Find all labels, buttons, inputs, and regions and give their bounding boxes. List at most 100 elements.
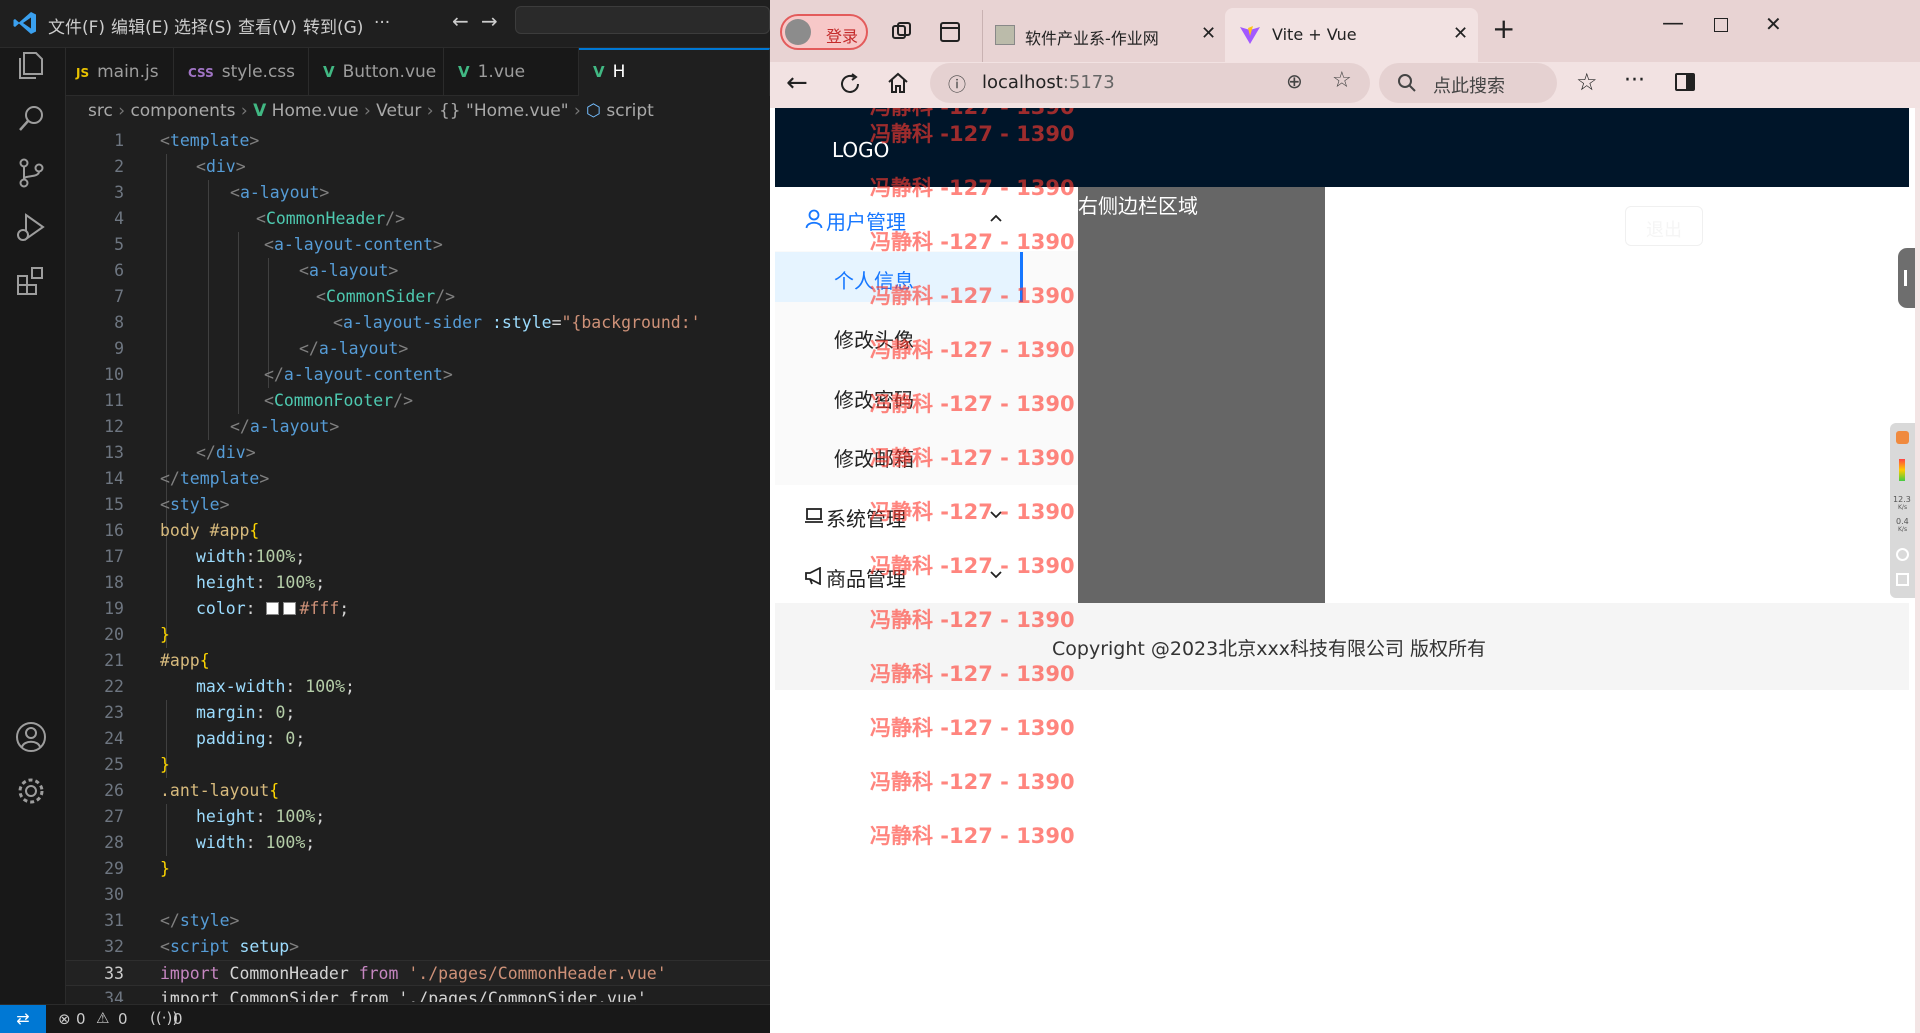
main-content: 退出 [1325,187,1909,603]
browser-tab-inactive[interactable]: 软件产业系-作业网 ✕ [982,10,1222,62]
chevron-right-icon: › [363,101,377,121]
close-window-icon[interactable]: ✕ [1765,12,1782,36]
widget-chart-icon[interactable] [1896,573,1909,586]
remote-indicator-icon[interactable]: ⇄ [0,1005,46,1033]
code-line: 31 </style> [66,908,770,934]
logout-button[interactable]: 退出 [1625,206,1703,246]
new-tab-icon[interactable]: + [1492,12,1515,45]
warning-icon[interactable]: ⚠ [96,1009,109,1027]
color-swatch[interactable] [282,602,296,615]
explorer-icon[interactable] [14,48,48,82]
favorite-star-icon[interactable]: ☆ [1332,68,1352,93]
errors-icon[interactable]: ⊗ [58,1010,71,1028]
code-token: CommonHeader [265,209,386,228]
search-icon[interactable] [14,102,48,136]
code-token: #app [160,651,200,670]
code-token: a-layout [249,417,330,436]
browser-tab-active[interactable]: Vite + Vue ✕ [1225,8,1478,62]
breadcrumb-item[interactable]: script [606,101,653,121]
tab-actions-icon[interactable] [938,20,962,44]
floating-side-widget[interactable]: 12.3 K/s 0.4 K/s [1890,423,1915,598]
address-text[interactable]: localhost:5173 [982,72,1115,93]
code-token: 100% [265,573,316,592]
account-icon[interactable] [14,720,48,754]
run-debug-icon[interactable] [14,210,48,244]
code-token: 100% [255,833,306,852]
source-control-icon[interactable] [14,156,48,190]
code-token: style [169,495,220,514]
tab-main-js[interactable]: JS main.js [66,48,174,96]
breadcrumb-item[interactable]: Vetur [376,101,421,121]
home-icon[interactable] [886,71,910,95]
code-line: 28 width: 100%; [66,830,770,856]
minimize-icon[interactable]: — [1662,11,1684,36]
menu-file[interactable]: 文件(F) [48,13,105,38]
page-viewport: LOGO 用户管理 个人信息 修改头像 修改密码 修改邮箱 系统管理 商品管理 … [770,108,1915,1033]
code-editor[interactable]: 1 <template> 2 <div> 3 <a-layout> 4 <CommonH… [66,128,770,1004]
color-swatch[interactable] [265,602,279,615]
code-line: 26 .ant-layout{ [66,778,770,804]
code-token: .ant-layout [160,781,270,800]
code-token: template [169,131,250,150]
logout-label: 退出 [1646,220,1682,241]
watermark-text: 冯静科 -127 - 1390 [870,392,1075,416]
tab-style-css[interactable]: CSS style.css [174,48,309,96]
code-token: :style [482,313,552,332]
line-number: 23 [104,703,124,722]
ports-count[interactable]: 0 [173,1010,183,1028]
command-center-search[interactable] [515,6,770,34]
breadcrumb-item[interactable]: {} "Home.vue" [439,101,569,121]
tab-home-vue-active[interactable]: VH [579,48,770,96]
code-line: 13 </div> [66,440,770,466]
close-tab-icon[interactable]: ✕ [1453,23,1468,44]
code-token: a-layout-content [273,235,433,254]
maximize-icon[interactable] [1714,18,1728,32]
watermark-text: 冯静科 -127 - 1390 [870,770,1075,794]
watermark-text: 冯静科 -127 - 1390 [870,176,1075,200]
code-line: 6 <a-layout> [66,258,770,284]
widget-refresh-icon[interactable] [1896,548,1909,561]
tab-button-vue[interactable]: V Button.vue [309,48,444,96]
widget-badge-icon [1896,431,1909,444]
forward-arrow-icon[interactable]: → [481,9,498,33]
watermark-text: 冯静科 -127 - 1390 [870,824,1075,848]
close-tab-icon[interactable]: ✕ [1201,23,1216,44]
menu-goto[interactable]: 转到(G) [303,13,363,38]
zoom-icon[interactable]: ⊕ [1286,69,1303,93]
workspaces-icon[interactable] [890,20,914,44]
extensions-icon[interactable] [14,264,48,298]
menu-more[interactable]: ··· [374,13,390,33]
back-arrow-icon[interactable]: ← [786,68,808,98]
line-number: 22 [104,677,124,696]
profile-button[interactable]: 登录 [780,14,868,50]
refresh-icon[interactable] [838,72,862,96]
settings-gear-icon[interactable] [14,774,48,808]
tab-label: 1.vue [477,62,526,82]
breadcrumb-item[interactable]: src [88,101,113,121]
back-arrow-icon[interactable]: ← [452,9,469,33]
code-token: 0 [275,729,296,748]
address-host: localhost [982,72,1063,93]
tab-label: style.css [221,62,296,82]
sidebar-toggle-icon[interactable] [1675,73,1695,91]
address-bar[interactable]: ⓘ localhost:5173 ⊕ ☆ [930,63,1370,103]
tab-label: main.js [97,62,159,82]
search-box[interactable]: 点此搜索 [1379,63,1557,103]
breadcrumb-item[interactable]: Home.vue [272,101,359,121]
more-menu-icon[interactable]: ··· [1624,68,1645,93]
browser-window: 登录 软件产业系-作业网 ✕ Vite + Vue ✕ + — ✕ ← ⓘ lo… [770,0,1920,1033]
error-count[interactable]: 0 [76,1010,86,1028]
favorites-icon[interactable]: ☆ [1576,68,1598,96]
menu-selection[interactable]: 选择(S) [174,13,232,38]
line-number: 19 [104,599,124,618]
menu-view[interactable]: 查看(V) [238,13,297,38]
address-port: :5173 [1062,72,1115,93]
scroll-handle[interactable] [1898,248,1915,308]
watermark-text: 冯静科 -127 - 1390 [870,716,1075,740]
warning-count[interactable]: 0 [118,1010,128,1028]
tab-1-vue[interactable]: V 1.vue [444,48,579,96]
site-info-icon[interactable]: ⓘ [948,71,966,97]
chevron-up-icon [990,214,1002,222]
breadcrumb-item[interactable]: components [130,101,235,121]
menu-edit[interactable]: 编辑(E) [111,13,169,38]
